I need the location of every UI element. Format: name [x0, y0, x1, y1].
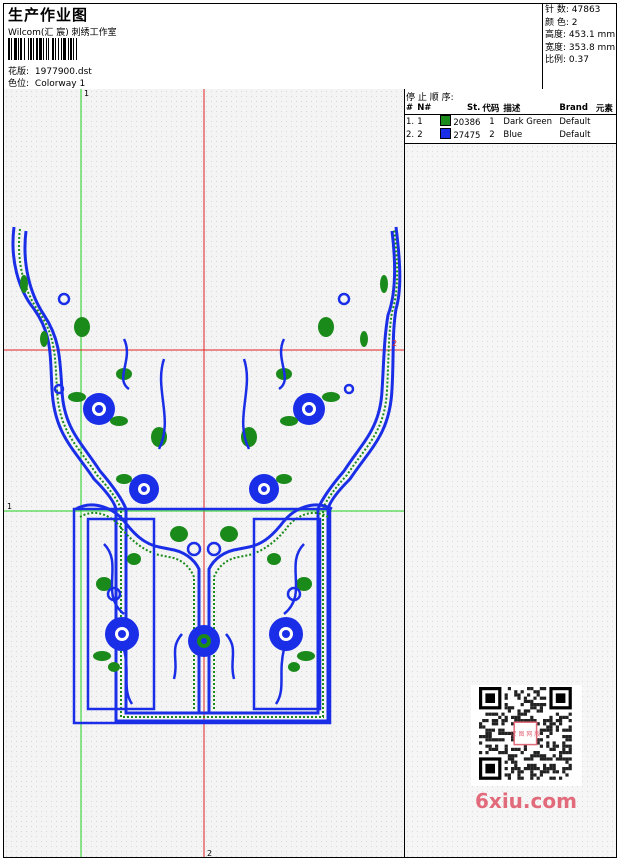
panel-frame	[72, 507, 332, 725]
thread-panel: 停 止 顺 序: # N# St. 代码 描述 Brand 元素 1. 1 20…	[405, 89, 616, 857]
col-index: #	[405, 102, 417, 115]
col-description: 描述	[502, 102, 559, 115]
qr-code: 汉 图 网 版	[471, 685, 582, 786]
stat-colors: 颜 色: 2	[545, 17, 578, 28]
col-code: 代码	[481, 102, 503, 115]
guide-label-vgreen: 1	[84, 89, 90, 98]
guide-label-vred: 2	[207, 849, 213, 858]
page-title: 生产作业图	[8, 6, 89, 24]
col-needle: N#	[416, 102, 435, 115]
thread-table: # N# St. 代码 描述 Brand 元素 1. 1 20386 1 Dar…	[405, 102, 616, 141]
thread-row[interactable]: 1. 1 20386 1 Dark Green Default	[405, 115, 616, 128]
stop-sequence-box: 停 止 顺 序: # N# St. 代码 描述 Brand 元素 1. 1 20…	[405, 89, 616, 144]
col-element: 元素	[594, 102, 616, 115]
stat-stitches: 针 数: 47863	[545, 5, 601, 15]
qr-stamp-text: 汉 图 网 版	[511, 730, 541, 738]
thread-swatch-blue	[439, 128, 451, 139]
stat-scale: 比例: 0.37	[545, 55, 589, 65]
design-canvas[interactable]: 1 2 1 2	[4, 89, 405, 858]
thread-table-header: # N# St. 代码 描述 Brand 元素	[405, 102, 616, 115]
thread-row[interactable]: 2. 2 27475 2 Blue Default	[405, 128, 616, 141]
guide-label-hred: 2	[392, 339, 398, 348]
barcode	[8, 38, 144, 60]
company-name: Wilcom(汇 宸) 刺绣工作室	[8, 28, 117, 38]
watermark-text: 6xiu.com	[475, 789, 577, 813]
stat-height: 高度: 453.1 mm	[545, 30, 616, 40]
colorway-line: 色位: Colorway 1	[8, 76, 85, 89]
colorway-label: 色位:	[8, 79, 30, 89]
col-stitches: St.	[434, 102, 482, 115]
design-stats: 针 数: 47863 颜 色: 2 高度: 453.1 mm 宽度: 353.8…	[542, 4, 617, 89]
production-worksheet: 生产作业图 Wilcom(汇 宸) 刺绣工作室 花版: 1977900.dst …	[3, 3, 617, 858]
colorway-value: Colorway 1	[34, 79, 86, 89]
header-panel: 生产作业图 Wilcom(汇 宸) 刺绣工作室 花版: 1977900.dst …	[4, 4, 616, 90]
col-brand: Brand	[558, 102, 595, 115]
stat-width: 宽度: 353.8 mm	[545, 42, 616, 53]
thread-swatch-green	[439, 115, 451, 126]
embroidery-preview	[4, 89, 404, 857]
guide-label-hgreen: 1	[7, 502, 13, 511]
